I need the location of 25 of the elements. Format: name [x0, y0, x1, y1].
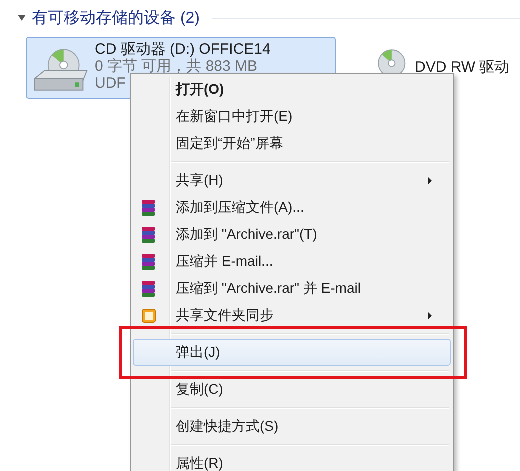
submenu-arrow-icon [428, 176, 432, 184]
drive-name: CD 驱动器 (D:) OFFICE14 [95, 41, 271, 58]
menu-item[interactable]: 共享文件夹同步 [133, 302, 451, 329]
menu-item[interactable]: 添加到压缩文件(A)... [133, 194, 451, 221]
menu-item[interactable]: 创建快捷方式(S) [133, 413, 451, 440]
books-icon [140, 280, 158, 298]
books-icon [140, 252, 158, 270]
menu-item[interactable]: 压缩到 "Archive.rar" 并 E-mail [133, 275, 451, 302]
menu-item[interactable]: 弹出(J) [133, 339, 451, 366]
menu-item[interactable]: 添加到 "Archive.rar"(T) [133, 221, 451, 248]
books-icon [140, 226, 158, 244]
group-title: 有可移动存储的设备 (2) [32, 8, 200, 28]
collapse-triangle-icon[interactable] [18, 15, 26, 21]
submenu-arrow-icon [428, 312, 432, 320]
books-icon [140, 198, 158, 216]
menu-item[interactable]: 压缩并 E-mail... [133, 248, 451, 275]
menu-item[interactable]: 共享(H) [133, 167, 451, 194]
menu-item[interactable]: 复制(C) [133, 376, 451, 403]
menu-item[interactable]: 在新窗口中打开(E) [133, 103, 451, 130]
menu-item[interactable]: 属性(R) [133, 450, 451, 471]
sync-app-icon [142, 308, 156, 322]
drive-name: DVD RW 驱动 [415, 59, 510, 76]
drive-details: UDF [95, 75, 126, 92]
drive-details: 0 字节 可用，共 883 MB [95, 58, 258, 75]
menu-item[interactable]: 固定到“开始”屏幕 [133, 130, 451, 157]
